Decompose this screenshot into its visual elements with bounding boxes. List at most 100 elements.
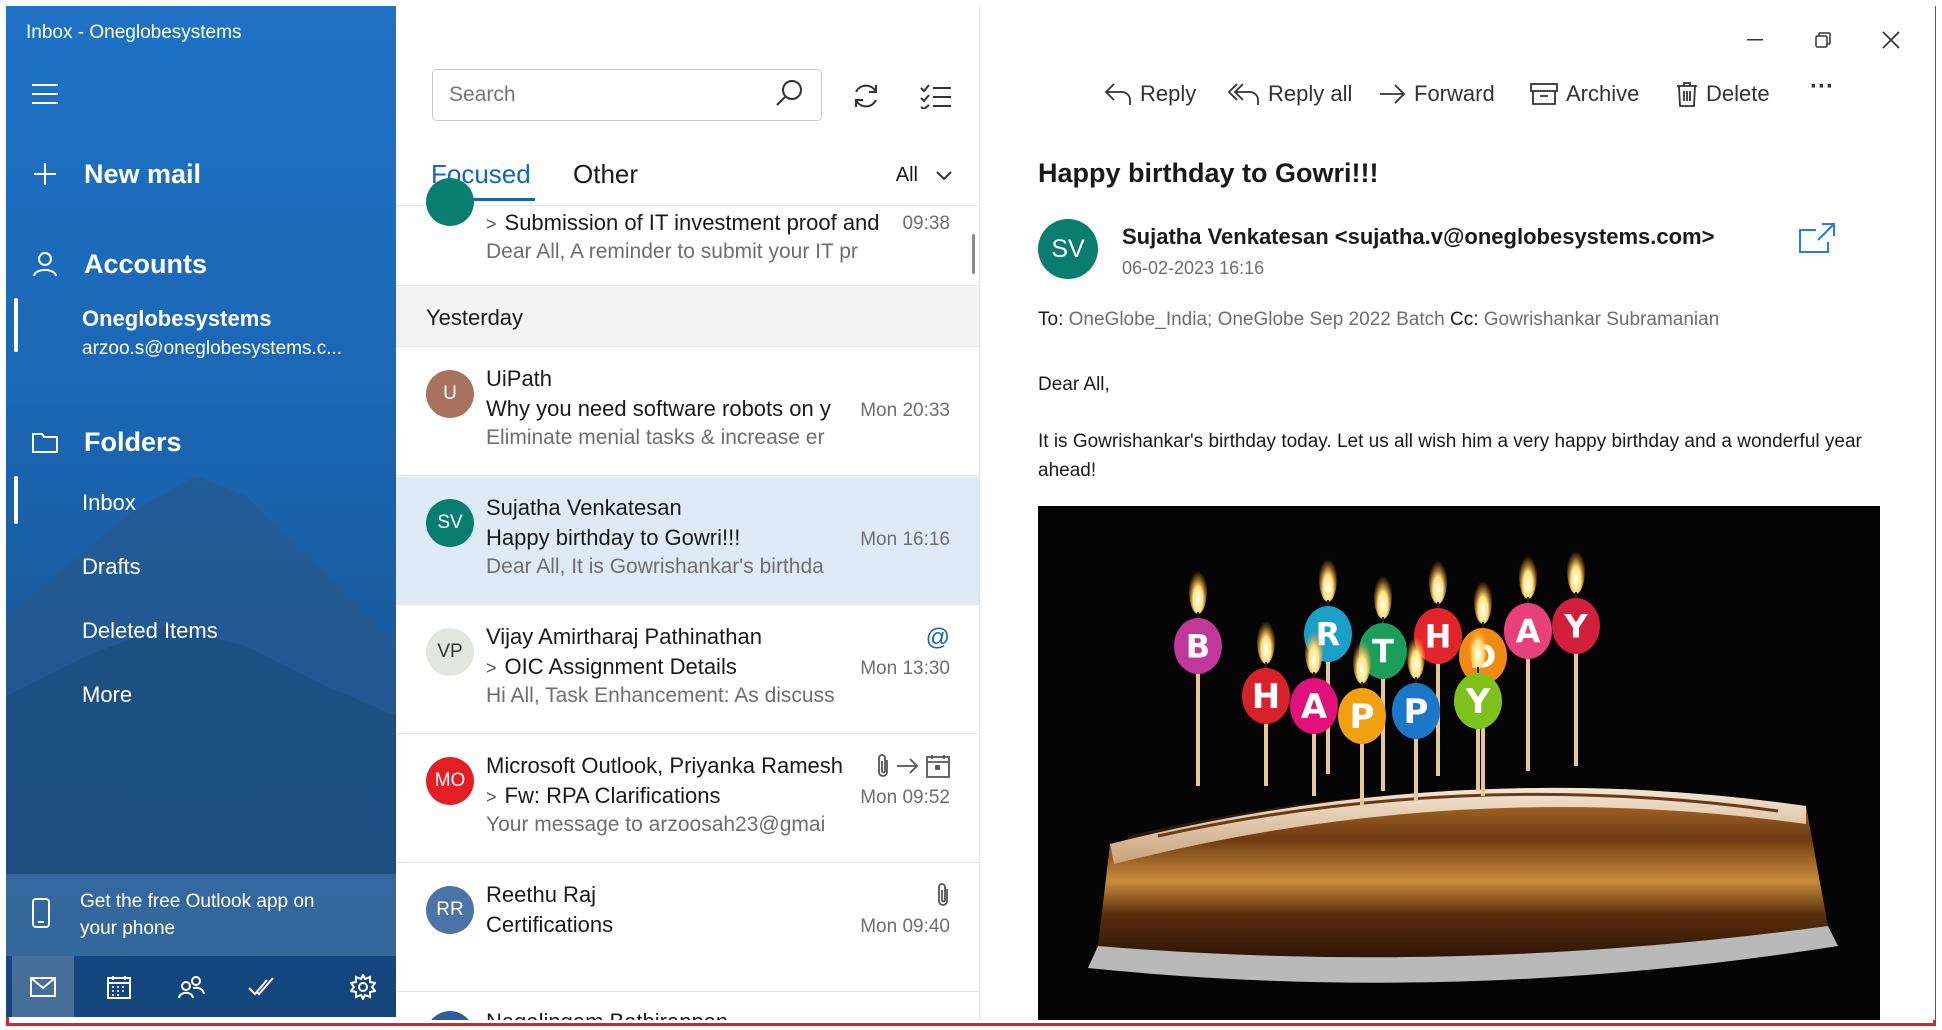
delete-label: Delete xyxy=(1706,81,1770,106)
list-item-selected[interactable]: SV Sujatha Venkatesan Happy birthday to … xyxy=(396,477,979,605)
settings-icon[interactable] xyxy=(332,956,394,1017)
sender-name[interactable]: Sujatha Venkatesan <sujatha.v@oneglobesy… xyxy=(1122,224,1714,250)
accounts-header[interactable]: Accounts xyxy=(6,236,396,292)
hamburger-menu-icon[interactable] xyxy=(32,84,58,104)
action-toolbar: Reply Reply all Forward Archive Delete ·… xyxy=(980,73,1935,121)
plus-icon xyxy=(32,161,58,187)
new-mail-button[interactable]: New mail xyxy=(6,146,396,202)
mail-subject: Happy birthday to Gowri!!! xyxy=(486,525,741,550)
search-input[interactable] xyxy=(433,83,775,107)
candle-flame xyxy=(1519,551,1537,599)
folder-drafts[interactable]: Drafts xyxy=(82,554,141,580)
sender-avatar[interactable]: SV xyxy=(1038,219,1098,279)
outlook-app-promo[interactable]: Get the free Outlook app on your phone xyxy=(6,874,396,956)
recipients-line: To: OneGlobe_India; OneGlobe Sep 2022 Ba… xyxy=(1038,309,1719,331)
reply-icon xyxy=(1104,83,1131,105)
mail-preview: Your message to arzoosah23@gmai xyxy=(486,813,826,836)
list-item[interactable]: MO Microsoft Outlook, Priyanka Ramesh > F… xyxy=(396,735,979,863)
archive-button[interactable]: Archive xyxy=(1530,81,1639,107)
to-label: To: xyxy=(1038,309,1064,330)
search-icon[interactable] xyxy=(775,78,805,113)
account-item[interactable]: Oneglobesystems arzoo.s@oneglobesystems.… xyxy=(82,306,342,360)
tab-other[interactable]: Other xyxy=(573,159,638,190)
restore-icon[interactable] xyxy=(1800,22,1846,58)
list-item[interactable]: RR Reethu Raj Certifications Mon 09:40 xyxy=(396,864,979,992)
paperclip-icon xyxy=(938,883,948,906)
email-greeting: Dear All, xyxy=(1038,374,1110,395)
candle-letter: Y xyxy=(1465,682,1491,722)
bottom-nav xyxy=(6,956,396,1017)
avatar: MO xyxy=(426,757,474,805)
mail-list-pane: Focused Other All >Submission of IT inve… xyxy=(396,6,980,1020)
search-box[interactable] xyxy=(432,69,822,121)
minimize-icon[interactable] xyxy=(1732,22,1778,58)
mail-time: Mon 20:33 xyxy=(860,400,950,421)
avatar: VP xyxy=(426,628,474,676)
close-icon[interactable] xyxy=(1868,22,1914,58)
candle-letter: H xyxy=(1425,618,1452,656)
trash-icon xyxy=(1677,82,1697,107)
popout-icon[interactable] xyxy=(1798,222,1836,259)
avatar: NB xyxy=(426,1011,474,1020)
folder-inbox[interactable]: Inbox xyxy=(82,490,136,516)
mail-sender: Vijay Amirtharaj Pathinathan xyxy=(486,624,762,649)
candle-flame xyxy=(1469,621,1487,669)
candle-flame xyxy=(1319,554,1337,602)
avatar: U xyxy=(426,370,474,418)
candle-flame xyxy=(1374,571,1392,619)
list-item[interactable]: > Submission of IT investment proof and D… xyxy=(396,178,979,286)
list-item[interactable]: NB Nagalingam Bathirappan xyxy=(396,993,979,1020)
phone-icon xyxy=(32,897,50,933)
folders-label: Folders xyxy=(84,426,182,457)
folders-header[interactable]: Folders xyxy=(6,414,396,470)
folder-more[interactable]: More xyxy=(82,682,132,708)
filter-dropdown[interactable]: All xyxy=(896,164,952,187)
todo-icon[interactable] xyxy=(230,956,292,1017)
reply-all-label: Reply all xyxy=(1268,81,1353,106)
more-actions-button[interactable]: ··· xyxy=(1810,73,1834,101)
select-mode-icon[interactable] xyxy=(914,74,958,118)
accounts-label: Accounts xyxy=(84,248,208,279)
folder-deleted-items[interactable]: Deleted Items xyxy=(82,618,218,644)
cc-recipients[interactable]: Gowrishankar Subramanian xyxy=(1484,309,1720,330)
reply-button[interactable]: Reply xyxy=(1104,81,1196,107)
calendar-icon[interactable] xyxy=(88,956,150,1017)
mail-icon[interactable] xyxy=(12,956,74,1017)
mail-subject: Why you need software robots on y xyxy=(486,396,831,421)
forward-button[interactable]: Forward xyxy=(1378,81,1495,107)
account-name: Oneglobesystems xyxy=(82,306,272,331)
sync-icon[interactable] xyxy=(844,74,888,118)
mail-sender: Sujatha Venkatesan xyxy=(486,495,682,520)
candle-letter: T xyxy=(1372,633,1394,671)
archive-label: Archive xyxy=(1566,81,1640,106)
candle-letter: H xyxy=(1252,677,1280,717)
person-icon xyxy=(32,251,58,277)
reply-all-button[interactable]: Reply all xyxy=(1228,81,1352,107)
mail-time: Mon 16:16 xyxy=(860,529,950,550)
list-item[interactable]: U UiPath Why you need software robots on… xyxy=(396,348,979,476)
candle-flame xyxy=(1429,556,1447,604)
mail-sender: Reethu Raj xyxy=(486,882,597,907)
to-recipients[interactable]: OneGlobe_India; OneGlobe Sep 2022 Batch xyxy=(1069,309,1445,330)
candle-letter: A xyxy=(1301,687,1328,727)
folder-icon xyxy=(32,429,58,455)
people-icon[interactable] xyxy=(160,956,222,1017)
delete-button[interactable]: Delete xyxy=(1676,81,1770,107)
new-mail-label: New mail xyxy=(84,158,202,189)
candle-letter: A xyxy=(1516,613,1541,651)
candle-flame xyxy=(1567,546,1585,594)
list-item[interactable]: VP Vijay Amirtharaj Pathinathan > OIC Ass… xyxy=(396,606,979,734)
window-title: Inbox - Oneglobesystems xyxy=(26,22,242,43)
mail-icons xyxy=(936,882,950,908)
forward-icon xyxy=(1380,84,1406,104)
reading-pane: Reply Reply all Forward Archive Delete ·… xyxy=(980,6,1935,1020)
mail-preview: Eliminate menial tasks & increase er xyxy=(486,426,825,449)
sidebar: Inbox - Oneglobesystems New mail Account… xyxy=(6,6,396,1017)
candle-letter: P xyxy=(1404,692,1429,732)
scrollbar[interactable] xyxy=(972,234,975,274)
mail-time: Mon 09:52 xyxy=(860,787,950,808)
promo-text: Get the free Outlook app on your phone xyxy=(80,891,315,939)
mail-time: 09:38 xyxy=(902,213,950,234)
mail-subject: > Submission of IT investment proof and xyxy=(486,210,880,235)
chevron-right-icon: > xyxy=(486,214,497,234)
